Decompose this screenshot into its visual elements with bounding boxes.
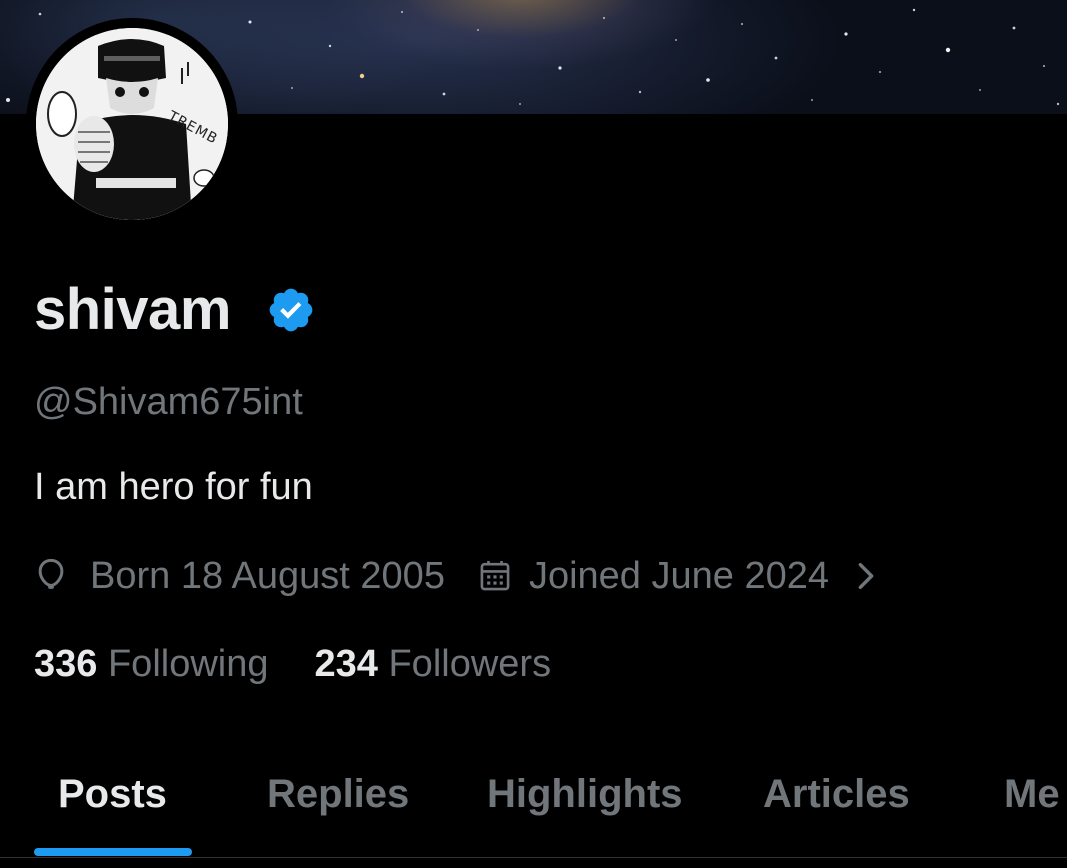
tab-posts[interactable]: Posts (58, 770, 167, 818)
profile-meta: Born 18 August 2005 Joined June 2024 (34, 553, 877, 599)
joined-item[interactable]: Joined June 2024 (479, 555, 877, 598)
balloon-icon (38, 558, 64, 589)
born-date: Born 18 August 2005 (90, 554, 445, 597)
followers-label: Followers (388, 643, 552, 685)
joined-date: Joined June 2024 (528, 554, 829, 597)
avatar-image: TREMB (36, 28, 228, 220)
tab-media[interactable]: Me (1004, 770, 1060, 818)
profile-handle: @Shivam675int (34, 381, 303, 423)
tabs-divider (0, 857, 1067, 858)
profile-bio: I am hero for fun (34, 466, 313, 508)
profile-avatar[interactable]: TREMB (26, 18, 238, 230)
calendar-icon (480, 560, 510, 591)
tab-articles[interactable]: Articles (763, 770, 910, 818)
verified-badge-icon[interactable] (266, 285, 316, 335)
following-label: Following (107, 643, 269, 685)
active-tab-indicator (34, 848, 192, 856)
display-name: shivam (34, 277, 231, 342)
chevron-right-icon[interactable] (855, 559, 877, 593)
followers-count: 234 (314, 643, 389, 685)
following-link[interactable]: 336 Following (34, 641, 269, 687)
profile-tabs: Posts Replies Highlights Articles Me (0, 740, 1067, 858)
tab-highlights[interactable]: Highlights (487, 770, 683, 818)
birthday-item: Born 18 August 2005 (34, 555, 445, 598)
followers-link[interactable]: 234 Followers (315, 641, 552, 687)
follow-stats: 336 Following 234 Followers (34, 641, 551, 687)
following-count: 336 (34, 643, 108, 685)
tab-replies[interactable]: Replies (267, 770, 409, 818)
